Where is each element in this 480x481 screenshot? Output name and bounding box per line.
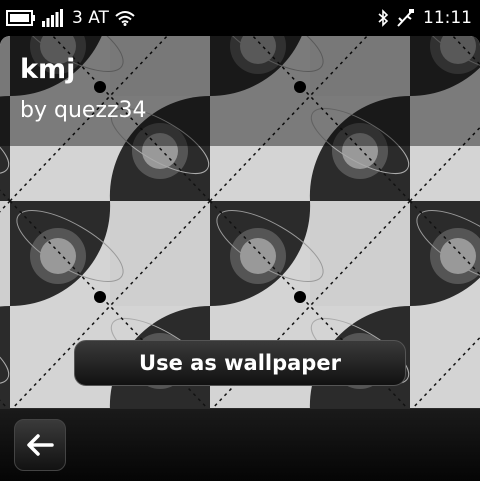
wifi-icon	[115, 11, 135, 26]
status-bar: 3 AT 11:11	[0, 0, 480, 36]
use-as-wallpaper-button[interactable]: Use as wallpaper	[74, 340, 406, 386]
theme-author: by quezz34	[20, 98, 147, 123]
title-overlay: kmj by quezz34	[0, 36, 480, 146]
status-left: 3 AT	[6, 8, 135, 28]
usb-icon	[397, 9, 414, 27]
wallpaper-preview: kmj by quezz34 Use as wallpaper	[0, 36, 480, 408]
bottom-toolbar	[0, 408, 480, 481]
clock-label: 11:11	[423, 8, 472, 28]
bluetooth-icon	[378, 9, 389, 27]
back-arrow-icon	[27, 434, 54, 456]
status-right: 11:11	[377, 8, 472, 28]
battery-icon	[6, 10, 35, 26]
back-button[interactable]	[14, 419, 66, 471]
signal-strength-icon	[42, 9, 63, 27]
carrier-label: 3 AT	[72, 8, 109, 28]
theme-name: kmj	[20, 54, 76, 85]
